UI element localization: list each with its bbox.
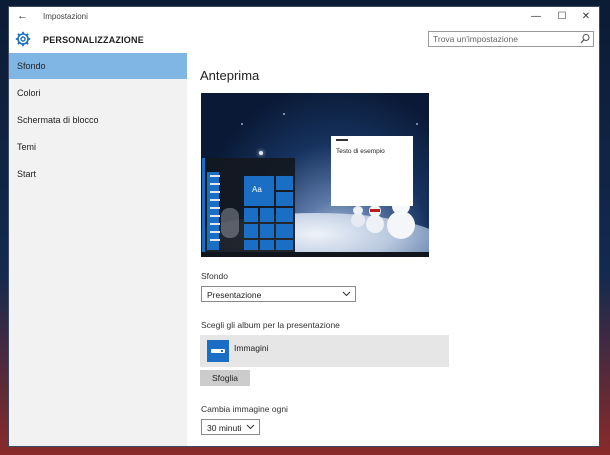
background-label: Sfondo <box>201 271 228 281</box>
tile <box>244 208 258 222</box>
list-line <box>210 183 220 185</box>
search-box[interactable] <box>428 31 594 47</box>
sample-text: Testo di esempio <box>336 148 385 155</box>
sparkle <box>241 123 243 125</box>
list-line <box>210 175 220 177</box>
close-button[interactable]: ✕ <box>573 9 599 25</box>
settings-window: ← Impostazioni — ☐ ✕ PERSONALIZZAZIONE T… <box>9 7 599 446</box>
sparkle <box>283 113 285 115</box>
album-name: Immagini <box>234 343 269 353</box>
snowman-scarf <box>370 209 380 212</box>
interval-label: Cambia immagine ogni <box>201 404 288 414</box>
snowman-head <box>353 206 363 215</box>
page-title: PERSONALIZZAZIONE <box>43 35 144 45</box>
sidebar-item-temi[interactable]: Temi <box>9 134 187 160</box>
sidebar-item-label: Sfondo <box>17 61 46 71</box>
album-folder-dot <box>221 350 223 352</box>
tile <box>260 240 274 250</box>
start-menu-mock: Aa <box>201 158 295 252</box>
list-line <box>210 207 220 209</box>
search-input[interactable] <box>433 33 573 45</box>
snowman-body <box>366 215 384 233</box>
tile <box>276 208 293 222</box>
album-folder-icon <box>207 340 229 362</box>
album-item[interactable]: Immagini <box>200 335 449 367</box>
list-line <box>210 239 220 241</box>
page-header: PERSONALIZZAZIONE <box>9 27 599 53</box>
album-label: Scegli gli album per la presentazione <box>201 320 340 330</box>
tile <box>276 224 293 238</box>
tile <box>244 240 258 250</box>
browse-button[interactable]: Sfoglia <box>200 370 250 386</box>
sidebar-item-sfondo[interactable]: Sfondo <box>9 53 187 79</box>
snowman-body <box>387 211 415 239</box>
sparkle <box>259 151 263 155</box>
sidebar-item-label: Schermata di blocco <box>17 115 99 125</box>
sidebar-item-start[interactable]: Start <box>9 161 187 187</box>
glass-snowman <box>221 208 239 238</box>
chevron-down-icon <box>342 291 351 297</box>
tile <box>276 240 293 250</box>
tile <box>244 224 258 238</box>
sidebar-item-schermata-di-blocco[interactable]: Schermata di blocco <box>9 107 187 133</box>
list-line <box>210 215 220 217</box>
title-bar: ← Impostazioni — ☐ ✕ <box>9 7 599 27</box>
search-icon[interactable] <box>580 33 590 45</box>
taskbar-mock <box>201 252 429 257</box>
background-preview: Aa Testo di esempio <box>201 93 429 257</box>
snowman-body <box>351 213 365 227</box>
main-content: Anteprima Aa Testo di esempio Sfondo Pre… <box>187 53 599 446</box>
sidebar-item-label: Start <box>17 169 37 179</box>
interval-dropdown[interactable]: 30 minuti <box>201 419 260 435</box>
list-line <box>210 231 220 233</box>
sparkle <box>416 123 418 125</box>
tile <box>276 176 293 190</box>
interval-dropdown-value: 30 minuti <box>207 423 242 433</box>
tile <box>260 224 274 238</box>
gear-icon <box>15 31 31 47</box>
back-arrow-icon[interactable]: ← <box>17 10 28 22</box>
start-menu-rail <box>202 158 205 252</box>
sidebar-item-label: Colori <box>17 88 41 98</box>
sidebar: Sfondo Colori Schermata di blocco Temi S… <box>9 53 187 446</box>
background-dropdown[interactable]: Presentazione <box>201 286 356 302</box>
tile-aa-label: Aa <box>252 185 262 194</box>
sample-window-bar <box>336 139 348 141</box>
sample-window-mock: Testo di esempio <box>331 136 413 206</box>
maximize-button[interactable]: ☐ <box>549 9 575 25</box>
list-line <box>210 223 220 225</box>
background-dropdown-value: Presentazione <box>207 290 262 300</box>
list-line <box>210 191 220 193</box>
list-line <box>210 199 220 201</box>
preview-heading: Anteprima <box>200 68 260 83</box>
minimize-button[interactable]: — <box>523 9 549 25</box>
tile <box>260 208 274 222</box>
sidebar-item-label: Temi <box>17 142 37 152</box>
sidebar-item-colori[interactable]: Colori <box>9 80 187 106</box>
tile-aa: Aa <box>244 176 274 206</box>
tile <box>276 192 293 206</box>
chevron-down-icon <box>246 424 255 430</box>
window-title: Impostazioni <box>43 12 88 21</box>
